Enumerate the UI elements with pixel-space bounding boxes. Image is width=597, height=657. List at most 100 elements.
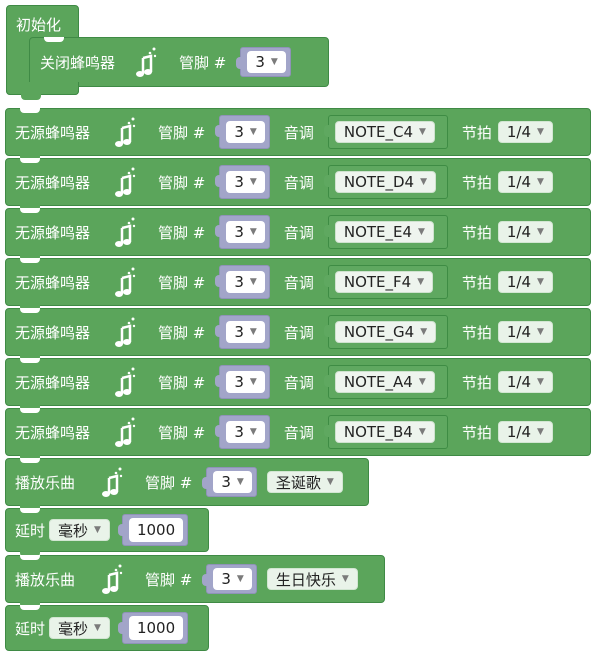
note-dropdown[interactable]: NOTE_D4 ▼ xyxy=(334,171,437,193)
pin-label: 管脚 # xyxy=(158,373,206,392)
dropdown-caret-icon: ▼ xyxy=(537,177,544,187)
passive-buzzer-label: 无源蜂鸣器 xyxy=(15,223,91,242)
pin-dropdown[interactable]: 3 ▼ xyxy=(213,471,252,493)
dropdown-caret-icon: ▼ xyxy=(94,623,101,633)
pin-dropdown[interactable]: 3 ▼ xyxy=(226,321,265,343)
delay-block[interactable]: 延时 毫秒 ▼ 1000 xyxy=(5,508,209,557)
delay-label: 延时 xyxy=(15,619,46,638)
music-note-icon xyxy=(112,265,138,299)
passive-buzzer-block[interactable]: 无源蜂鸣器 管脚 # 3 ▼ 音调 NOTE_E4 ▼ 节拍 1/4 ▼ xyxy=(5,208,591,261)
pin-input-slot: 3 ▼ xyxy=(215,165,270,199)
delay-value-input[interactable]: 1000 xyxy=(128,518,184,542)
dropdown-caret-icon: ▼ xyxy=(419,127,426,137)
play-song-block[interactable]: 播放乐曲 管脚 # 3 ▼ 生日快乐 ▼ xyxy=(5,555,385,608)
setup-block-label: 初始化 xyxy=(16,16,62,34)
dropdown-caret-icon: ▼ xyxy=(537,227,544,237)
delay-unit-dropdown[interactable]: 毫秒 ▼ xyxy=(49,617,110,639)
note-dropdown[interactable]: NOTE_E4 ▼ xyxy=(334,221,434,243)
note-dropdown[interactable]: NOTE_A4 ▼ xyxy=(334,371,435,393)
pin-input-slot: 3 ▼ xyxy=(236,47,291,77)
passive-buzzer-block[interactable]: 无源蜂鸣器 管脚 # 3 ▼ 音调 NOTE_F4 ▼ 节拍 1/4 ▼ xyxy=(5,258,591,311)
delay-value-slot: 1000 xyxy=(117,612,189,644)
pin-input-slot: 3 ▼ xyxy=(215,415,270,449)
beat-label: 节拍 xyxy=(461,373,492,392)
tone-input-slot: NOTE_B4 ▼ xyxy=(323,415,448,449)
beat-label: 节拍 xyxy=(461,423,492,442)
pin-input-slot: 3 ▼ xyxy=(215,365,270,399)
dropdown-caret-icon: ▼ xyxy=(249,327,257,337)
beat-dropdown[interactable]: 1/4 ▼ xyxy=(497,171,553,193)
music-note-icon xyxy=(99,562,125,596)
pin-dropdown[interactable]: 3 ▼ xyxy=(247,51,286,73)
passive-buzzer-block[interactable]: 无源蜂鸣器 管脚 # 3 ▼ 音调 NOTE_B4 ▼ 节拍 1/4 ▼ xyxy=(5,408,591,461)
tone-input-slot: NOTE_G4 ▼ xyxy=(323,315,448,349)
passive-buzzer-label: 无源蜂鸣器 xyxy=(15,273,91,292)
pin-label: 管脚 # xyxy=(158,323,206,342)
pin-label: 管脚 # xyxy=(145,473,193,492)
tone-input-slot: NOTE_D4 ▼ xyxy=(323,165,448,199)
dropdown-caret-icon: ▼ xyxy=(537,277,544,287)
note-dropdown[interactable]: NOTE_C4 ▼ xyxy=(334,121,435,143)
dropdown-caret-icon: ▼ xyxy=(418,377,426,387)
pin-input-slot: 3 ▼ xyxy=(215,215,270,249)
dropdown-caret-icon: ▼ xyxy=(418,427,426,437)
dropdown-caret-icon: ▼ xyxy=(249,277,257,287)
song-dropdown[interactable]: 生日快乐 ▼ xyxy=(266,568,358,590)
music-note-icon xyxy=(133,45,159,79)
dropdown-caret-icon: ▼ xyxy=(537,427,544,437)
delay-unit-dropdown[interactable]: 毫秒 ▼ xyxy=(49,519,110,541)
tone-input-slot: NOTE_C4 ▼ xyxy=(323,115,448,149)
pin-label: 管脚 # xyxy=(158,423,206,442)
tone-label: 音调 xyxy=(283,123,314,142)
pin-dropdown[interactable]: 3 ▼ xyxy=(226,171,265,193)
beat-dropdown[interactable]: 1/4 ▼ xyxy=(497,271,553,293)
dropdown-caret-icon: ▼ xyxy=(341,574,349,584)
pin-dropdown[interactable]: 3 ▼ xyxy=(226,271,265,293)
pin-input-slot: 3 ▼ xyxy=(215,115,270,149)
passive-buzzer-block[interactable]: 无源蜂鸣器 管脚 # 3 ▼ 音调 NOTE_C4 ▼ 节拍 1/4 ▼ xyxy=(5,108,591,161)
beat-label: 节拍 xyxy=(461,273,492,292)
tone-label: 音调 xyxy=(283,423,314,442)
dropdown-caret-icon: ▼ xyxy=(236,574,244,584)
passive-buzzer-block[interactable]: 无源蜂鸣器 管脚 # 3 ▼ 音调 NOTE_D4 ▼ 节拍 1/4 ▼ xyxy=(5,158,591,211)
delay-block[interactable]: 延时 毫秒 ▼ 1000 xyxy=(5,605,209,651)
song-dropdown[interactable]: 圣诞歌 ▼ xyxy=(266,471,343,493)
play-song-block[interactable]: 播放乐曲 管脚 # 3 ▼ 圣诞歌 ▼ xyxy=(5,458,369,511)
pin-label: 管脚 # xyxy=(179,53,227,72)
pin-dropdown[interactable]: 3 ▼ xyxy=(226,121,265,143)
pin-dropdown[interactable]: 3 ▼ xyxy=(226,371,265,393)
dropdown-caret-icon: ▼ xyxy=(417,277,425,287)
dropdown-caret-icon: ▼ xyxy=(249,127,257,137)
dropdown-caret-icon: ▼ xyxy=(94,525,101,535)
beat-dropdown[interactable]: 1/4 ▼ xyxy=(497,371,553,393)
play-song-label: 播放乐曲 xyxy=(15,473,76,492)
pin-dropdown[interactable]: 3 ▼ xyxy=(226,421,265,443)
delay-value-input[interactable]: 1000 xyxy=(128,616,184,640)
note-dropdown[interactable]: NOTE_F4 ▼ xyxy=(334,271,434,293)
passive-buzzer-label: 无源蜂鸣器 xyxy=(15,123,91,142)
pin-dropdown[interactable]: 3 ▼ xyxy=(226,221,265,243)
passive-buzzer-block[interactable]: 无源蜂鸣器 管脚 # 3 ▼ 音调 NOTE_A4 ▼ 节拍 1/4 ▼ xyxy=(5,358,591,411)
beat-dropdown[interactable]: 1/4 ▼ xyxy=(497,421,553,443)
pin-dropdown[interactable]: 3 ▼ xyxy=(213,568,252,590)
pin-input-slot: 3 ▼ xyxy=(215,315,270,349)
dropdown-caret-icon: ▼ xyxy=(537,377,544,387)
pin-label: 管脚 # xyxy=(158,173,206,192)
beat-dropdown[interactable]: 1/4 ▼ xyxy=(497,221,553,243)
tone-input-slot: NOTE_F4 ▼ xyxy=(323,265,448,299)
note-dropdown[interactable]: NOTE_G4 ▼ xyxy=(334,321,437,343)
tone-label: 音调 xyxy=(283,373,314,392)
music-note-icon xyxy=(112,315,138,349)
tone-label: 音调 xyxy=(283,323,314,342)
dropdown-caret-icon: ▼ xyxy=(537,127,544,137)
note-dropdown[interactable]: NOTE_B4 ▼ xyxy=(334,421,435,443)
beat-dropdown[interactable]: 1/4 ▼ xyxy=(497,121,553,143)
dropdown-caret-icon: ▼ xyxy=(270,57,278,67)
beat-dropdown[interactable]: 1/4 ▼ xyxy=(497,321,553,343)
pin-input-slot: 3 ▼ xyxy=(202,564,257,594)
buzzer-off-block[interactable]: 关闭蜂鸣器 管脚 # 3 ▼ xyxy=(29,37,329,87)
tone-label: 音调 xyxy=(283,223,314,242)
music-note-icon xyxy=(112,365,138,399)
passive-buzzer-block[interactable]: 无源蜂鸣器 管脚 # 3 ▼ 音调 NOTE_G4 ▼ 节拍 1/4 ▼ xyxy=(5,308,591,361)
beat-label: 节拍 xyxy=(461,223,492,242)
